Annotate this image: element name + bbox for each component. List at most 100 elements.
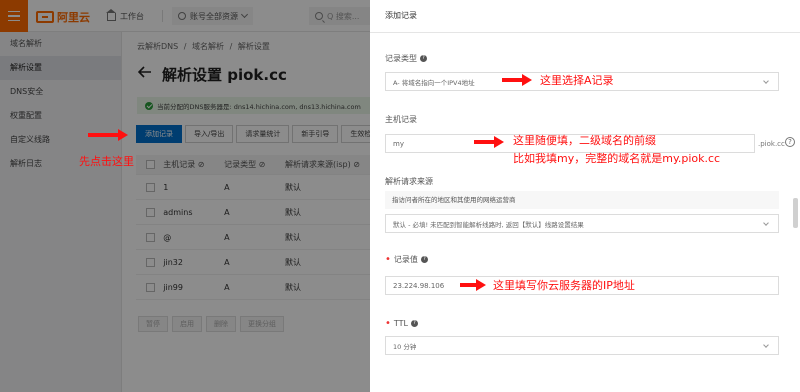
host-record-label: 主机记录: [385, 114, 417, 125]
ttl-label: • TTL ?: [385, 318, 418, 329]
record-type-label-text: 记录类型: [385, 54, 417, 63]
back-arrow-icon[interactable]: [138, 66, 152, 78]
batch-actions: 暂停 启用 删除 更换分组: [138, 316, 284, 332]
annotation-arrow: [502, 74, 532, 86]
add-record-button[interactable]: 添加记录: [136, 125, 182, 143]
workbench-link[interactable]: 工作台: [106, 8, 144, 22]
annotation-host-line1: 这里随便填，二级域名的前缀: [513, 134, 656, 147]
required-marker: •: [385, 318, 391, 329]
required-marker: •: [385, 254, 391, 265]
cell-type: A: [224, 207, 230, 217]
record-type-value: A- 将域名指向一个IPV4地址: [393, 78, 475, 87]
help-icon[interactable]: ?: [420, 256, 428, 263]
request-source-select[interactable]: 默认 - 必填! 未匹配到智能解析线路时, 返回【默认】线路设置结果: [385, 214, 779, 233]
column-header-line[interactable]: 解析请求来源(isp) ⊘: [281, 159, 370, 170]
host-record-label-text: 主机记录: [385, 115, 417, 124]
chevron-down-icon: [763, 342, 769, 348]
cell-line: 默认: [285, 257, 302, 267]
annotation-ip: 这里填写你云服务器的IP地址: [493, 279, 635, 292]
help-icon[interactable]: ?: [785, 137, 795, 147]
request-source-hint: 指访问者所在的地区和其使用的网络运营商: [385, 191, 779, 209]
sidebar-title: 域名解析: [10, 39, 42, 48]
row-checkbox[interactable]: [146, 282, 155, 292]
record-value-value: 23.224.98.106: [393, 281, 445, 290]
search-input[interactable]: Q 搜索...: [309, 7, 370, 25]
cell-host: admins: [163, 207, 193, 217]
search-placeholder: Q 搜索...: [327, 11, 360, 21]
annotation-arrow: [88, 129, 128, 141]
user-icon: [178, 12, 186, 20]
dns-notice-text: 当前分配的DNS服务器是: dns14.hichina.com, dns13.h…: [157, 102, 361, 111]
chevron-down-icon: [763, 220, 769, 226]
ttl-label-text: TTL: [393, 319, 408, 328]
sidebar-item-weight-config[interactable]: 权重配置: [0, 104, 121, 128]
aliyun-logo-icon: [36, 11, 54, 23]
row-checkbox[interactable]: [146, 232, 155, 242]
row-checkbox[interactable]: [146, 257, 155, 267]
enable-button[interactable]: 启用: [172, 316, 202, 332]
cell-type: A: [224, 182, 230, 192]
table-row: 1 A 默认: [136, 175, 370, 200]
breadcrumb-item[interactable]: 云解析DNS: [137, 42, 178, 51]
request-source-value: 默认 - 必填! 未匹配到智能解析线路时, 返回【默认】线路设置结果: [393, 220, 584, 229]
help-icon[interactable]: ?: [411, 320, 418, 327]
domain-suffix: .piok.cc: [758, 140, 785, 148]
add-record-panel: 添加记录 记录类型 ? A- 将域名指向一个IPV4地址 主机记录 my .pi…: [370, 0, 800, 392]
sidebar-item-resolve-settings[interactable]: 解析设置: [0, 56, 121, 80]
record-toolbar: 添加记录 导入/导出 请求量统计 新手引导 生效检测: [136, 125, 370, 143]
sidebar-item-dns-security[interactable]: DNS安全: [0, 80, 121, 104]
request-stats-button[interactable]: 请求量统计: [236, 125, 290, 143]
cell-host: 1: [163, 182, 169, 192]
help-icon[interactable]: ?: [420, 55, 427, 62]
table-row: @ A 默认: [136, 225, 370, 250]
delete-button[interactable]: 删除: [206, 316, 236, 332]
table-row: jin99 A 默认: [136, 275, 370, 300]
chevron-down-icon: [240, 10, 249, 19]
top-navigation-bar: 阿里云 工作台 账号全部资源 Q 搜索...: [0, 0, 370, 32]
ttl-value: 10 分钟: [393, 342, 417, 351]
annotation-host-line2: 比如我填my，完整的域名就是my.piok.cc: [513, 152, 721, 165]
cell-type: A: [224, 232, 230, 242]
pause-button[interactable]: 暂停: [138, 316, 168, 332]
column-header-host[interactable]: 主机记录 ⊘: [159, 159, 220, 170]
table-row: admins A 默认: [136, 200, 370, 225]
record-value-label-text: 记录值: [393, 255, 418, 264]
divider: [162, 10, 163, 22]
search-icon: [315, 12, 323, 20]
request-source-label-text: 解析请求来源: [385, 177, 433, 186]
table-header: 主机记录 ⊘ 记录类型 ⊘ 解析请求来源(isp) ⊘: [136, 155, 370, 175]
aliyun-logo[interactable]: 阿里云: [36, 9, 90, 25]
row-checkbox[interactable]: [146, 182, 155, 192]
cell-line: 默认: [285, 282, 302, 292]
cell-host: @: [163, 232, 172, 242]
beginner-guide-button[interactable]: 新手引导: [292, 125, 339, 143]
annotation-click-add: 先点击这里: [79, 155, 134, 168]
logo-text: 阿里云: [57, 11, 90, 24]
record-type-label: 记录类型 ?: [385, 53, 427, 64]
host-record-value: my: [393, 139, 404, 148]
record-table: 主机记录 ⊘ 记录类型 ⊘ 解析请求来源(isp) ⊘ 1 A 默认 admin…: [136, 155, 370, 300]
select-all-checkbox[interactable]: [146, 160, 155, 169]
import-export-button[interactable]: 导入/导出: [185, 125, 234, 143]
ttl-select[interactable]: 10 分钟: [385, 336, 779, 355]
column-header-type[interactable]: 记录类型 ⊘: [220, 159, 281, 170]
annotation-select-a: 这里选择A记录: [540, 74, 614, 87]
change-group-button[interactable]: 更换分组: [240, 316, 284, 332]
breadcrumb-item[interactable]: 域名解析: [192, 42, 224, 51]
breadcrumb-separator: /: [229, 42, 233, 51]
effect-check-button[interactable]: 生效检测: [341, 125, 370, 143]
chevron-down-icon: [763, 78, 769, 84]
main-content: 云解析DNS / 域名解析 / 解析设置 解析设置 piok.cc 当前分配的D…: [122, 32, 370, 392]
cell-type: A: [224, 257, 230, 267]
account-resource-selector[interactable]: 账号全部资源: [172, 7, 253, 25]
menu-icon[interactable]: [0, 0, 28, 32]
scrollbar[interactable]: [793, 198, 798, 228]
record-value-label: • 记录值 ?: [385, 254, 428, 265]
breadcrumb-separator: /: [183, 42, 187, 51]
request-source-label: 解析请求来源: [385, 176, 433, 187]
page-title: 解析设置 piok.cc: [162, 66, 287, 84]
panel-title: 添加记录: [385, 11, 417, 20]
row-checkbox[interactable]: [146, 207, 155, 217]
annotation-arrow: [474, 136, 504, 148]
breadcrumb-item-current: 解析设置: [237, 42, 270, 51]
